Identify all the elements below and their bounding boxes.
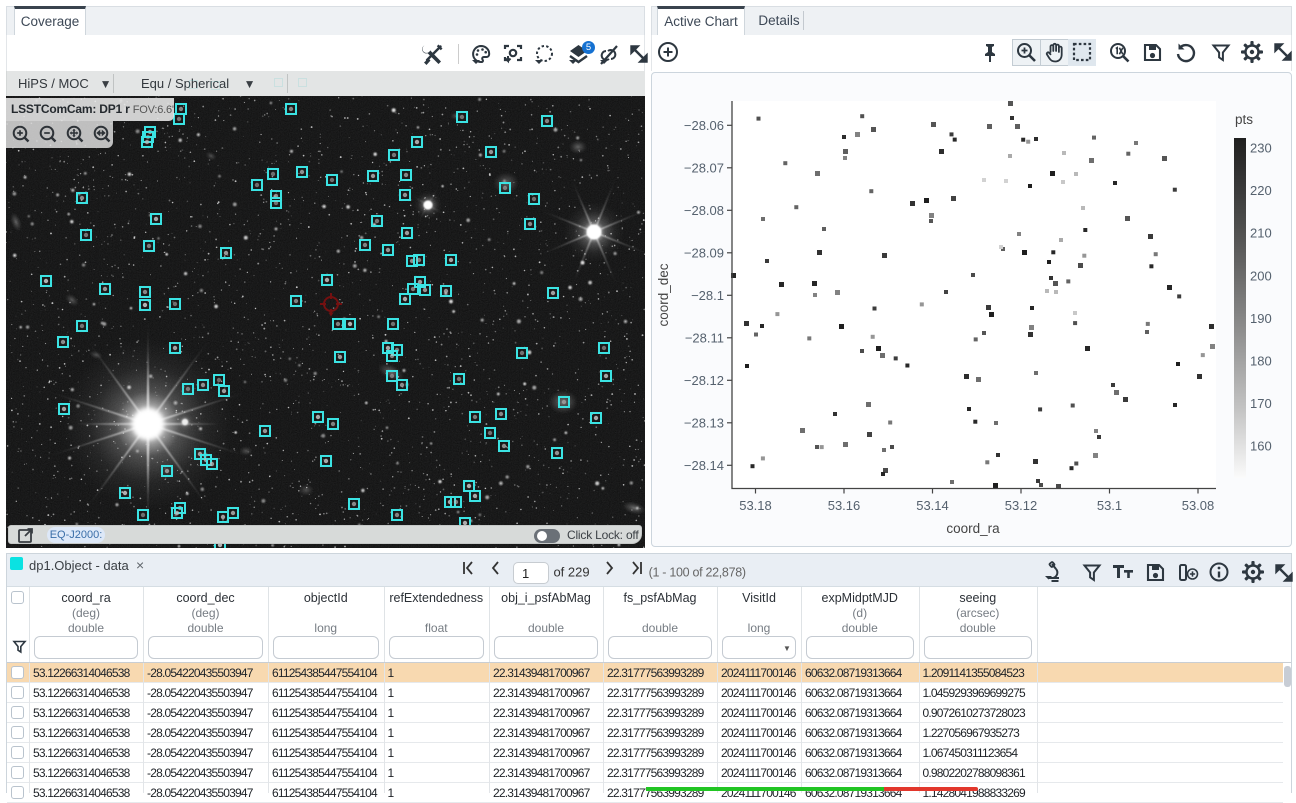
svg-text:−28.09: −28.09 [684,245,724,260]
svg-text:−28.07: −28.07 [684,160,724,175]
svg-text:190: 190 [1250,311,1272,326]
svg-text:coord_ra: coord_ra [946,521,1000,536]
svg-text:coord_dec: coord_dec [656,263,671,326]
svg-text:53.1: 53.1 [1097,498,1122,513]
svg-text:200: 200 [1250,268,1272,283]
svg-text:230: 230 [1250,141,1272,156]
svg-text:180: 180 [1250,354,1272,369]
svg-text:170: 170 [1250,396,1272,411]
svg-text:53.16: 53.16 [828,498,861,513]
svg-text:−28.12: −28.12 [684,373,724,388]
svg-text:220: 220 [1250,183,1272,198]
svg-text:53.18: 53.18 [739,498,772,513]
svg-text:−28.08: −28.08 [684,203,724,218]
svg-text:−28.06: −28.06 [684,118,724,133]
svg-text:−28.1: −28.1 [691,288,724,303]
svg-text:53.12: 53.12 [1005,498,1038,513]
svg-text:53.14: 53.14 [916,498,949,513]
svg-text:−28.11: −28.11 [685,330,724,345]
svg-text:−28.14: −28.14 [684,458,724,473]
svg-text:53.08: 53.08 [1182,498,1215,513]
svg-text:−28.13: −28.13 [684,415,724,430]
svg-text:160: 160 [1250,439,1272,454]
svg-text:210: 210 [1250,226,1272,241]
svg-text:pts: pts [1235,112,1253,127]
